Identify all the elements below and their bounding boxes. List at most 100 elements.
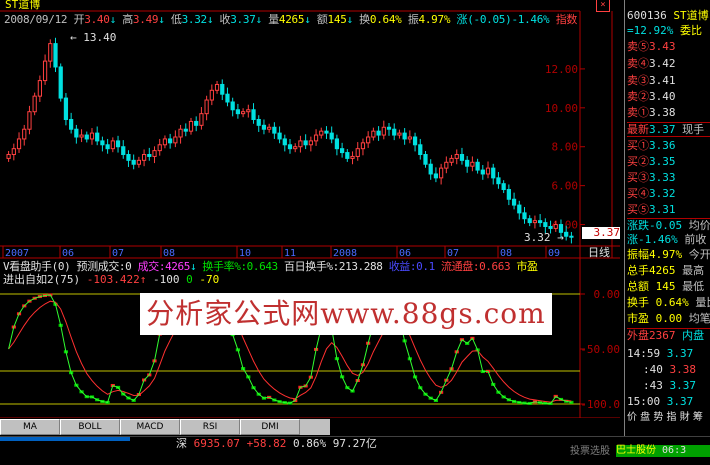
candle-body xyxy=(412,136,418,146)
candle-body xyxy=(152,150,157,157)
candle-body xyxy=(532,220,538,224)
buy-label: 买③ xyxy=(627,171,649,184)
candle-body xyxy=(162,138,168,146)
candle-body xyxy=(287,144,293,150)
candle-body xyxy=(433,173,439,179)
index-label[interactable]: 指数 xyxy=(556,13,578,26)
candle-body xyxy=(267,126,272,130)
buy-5[interactable]: 买⑤3.31 xyxy=(627,203,676,216)
down-arrow-icon: ↓ xyxy=(189,260,197,273)
stat-row-5: 换手 0.64% 量比 xyxy=(627,296,710,309)
buy-4[interactable]: 买④3.32 xyxy=(627,187,676,200)
candle-body xyxy=(293,146,298,150)
high-mark-label: ← 13.40 xyxy=(70,31,117,44)
candle-body xyxy=(439,167,444,179)
candle-body xyxy=(480,169,485,175)
tick-time: :43 xyxy=(643,379,663,392)
candle-body xyxy=(319,130,324,136)
sell-2[interactable]: 卖②3.40 xyxy=(627,90,676,103)
forecast-label: 预测成交: xyxy=(76,260,126,273)
candle-body xyxy=(543,222,548,227)
date-tick-label: 2008 xyxy=(333,248,357,259)
ticker-scroll[interactable]: 巴士股份 06:3 xyxy=(616,445,710,457)
sell-price: 3.43 xyxy=(649,40,676,53)
ind-volume-label: 成交: xyxy=(137,260,166,273)
tick-price: 3.37 xyxy=(666,347,694,360)
low-mark-value: 3.32 xyxy=(524,231,551,244)
ind-turnover-value: 0.643 xyxy=(246,260,279,273)
change-value: (-0.05)-1.46% xyxy=(467,13,550,26)
stat-text: 涨跌-0.05 xyxy=(627,219,683,232)
buy-3[interactable]: 买③3.33 xyxy=(627,171,676,184)
daily-period-label[interactable]: 日线 xyxy=(588,247,610,259)
tab-ma[interactable]: MA xyxy=(0,419,60,435)
quote-header: 2008/09/12 开3.40↓ 高3.49↓ 低3.32↓ 收3.37↓ 量… xyxy=(4,13,577,26)
stat-extra: 均价 xyxy=(688,219,710,232)
buy-1[interactable]: 买①3.36 xyxy=(627,139,676,152)
tab-boll[interactable]: BOLL xyxy=(60,419,120,435)
candle[interactable] xyxy=(58,63,63,102)
search-hint-text: 投票选股 xyxy=(570,446,610,457)
candle-body xyxy=(240,111,246,115)
stat-extra: 今开 xyxy=(688,248,710,261)
candle[interactable] xyxy=(32,92,37,116)
sell-1[interactable]: 卖①3.38 xyxy=(627,106,676,119)
candle-body xyxy=(147,154,152,157)
candle-body xyxy=(84,134,89,140)
latest-value: 3.37 xyxy=(649,123,676,136)
stat-row-3: 总手4265 最高 xyxy=(627,264,704,277)
tick-time: 14:59 xyxy=(627,347,661,360)
indicator-title[interactable]: V看盘助手(0) xyxy=(3,260,71,273)
candle-body xyxy=(110,140,115,150)
indicator2-value3: 0 xyxy=(186,273,193,286)
candle-body xyxy=(522,212,527,220)
watermark-banner: 分析家公式网www.88gs.com xyxy=(140,293,552,335)
candle-body xyxy=(277,132,282,140)
tab-rsi[interactable]: RSI xyxy=(180,419,240,435)
candle-body xyxy=(444,161,449,169)
indicator2-title[interactable]: 进出自如2(75) xyxy=(3,273,80,286)
stat-row-0: 涨跌-0.05 均价 xyxy=(627,218,710,232)
down-arrow-icon: ↓ xyxy=(304,13,311,26)
indicator-tick-label: 0.00 xyxy=(594,288,621,301)
candle-body xyxy=(355,148,360,157)
candle-body xyxy=(251,109,256,120)
candle-body xyxy=(428,163,433,175)
candle-body xyxy=(6,154,11,159)
sell-3[interactable]: 卖③3.41 xyxy=(627,74,676,87)
sell-5[interactable]: 卖⑤3.43 xyxy=(627,40,676,53)
candle-body xyxy=(548,225,553,229)
candle-body xyxy=(89,132,95,140)
ticker-time: 06:3 xyxy=(662,445,687,456)
watermark-text: 分析家公式网www.88gs.com xyxy=(146,297,546,330)
kline-chart-area[interactable]: 12.0010.008.006.004.00 2007 06 07 08 10 11 200… xyxy=(0,0,620,418)
candle-body xyxy=(272,126,277,134)
buy-price: 3.33 xyxy=(649,171,676,184)
candle-body xyxy=(141,154,147,161)
candle-body xyxy=(214,83,220,91)
close-icon[interactable]: × xyxy=(596,0,610,12)
candle-body xyxy=(256,118,261,126)
profit-value: 0.1 xyxy=(416,260,435,273)
index-quote[interactable]: 深 6935.07 +58.82 0.86% 97.27亿 xyxy=(176,438,377,450)
ratio-value: 12.92% xyxy=(633,24,674,37)
candle-body xyxy=(37,80,42,97)
sell-label: 卖② xyxy=(627,90,649,103)
panel-bottom-tabs[interactable]: 价 盘 势 指 財 筹 xyxy=(627,411,703,424)
sell-4[interactable]: 卖④3.42 xyxy=(627,57,676,70)
current-price-tag: 3.37 xyxy=(582,227,620,239)
stat-row-1: 涨-1.46% 前收 xyxy=(627,233,706,246)
search-hint[interactable]: 投票选股 xyxy=(570,446,610,458)
buy-price: 3.36 xyxy=(649,139,676,152)
buy-2[interactable]: 买②3.35 xyxy=(627,155,676,168)
hundred-turnover-value: 213.288 xyxy=(338,260,383,273)
tick-price: 3.37 xyxy=(669,379,697,392)
tab-macd[interactable]: MACD xyxy=(120,419,180,435)
candle-body xyxy=(334,138,340,150)
stock-title: ST道博 xyxy=(5,0,40,11)
candle-body xyxy=(209,89,214,101)
tab-dmi[interactable]: DMI xyxy=(240,419,300,435)
candle-body xyxy=(48,43,53,62)
turnover-label: 换 xyxy=(359,13,370,26)
candle-body xyxy=(329,132,334,140)
